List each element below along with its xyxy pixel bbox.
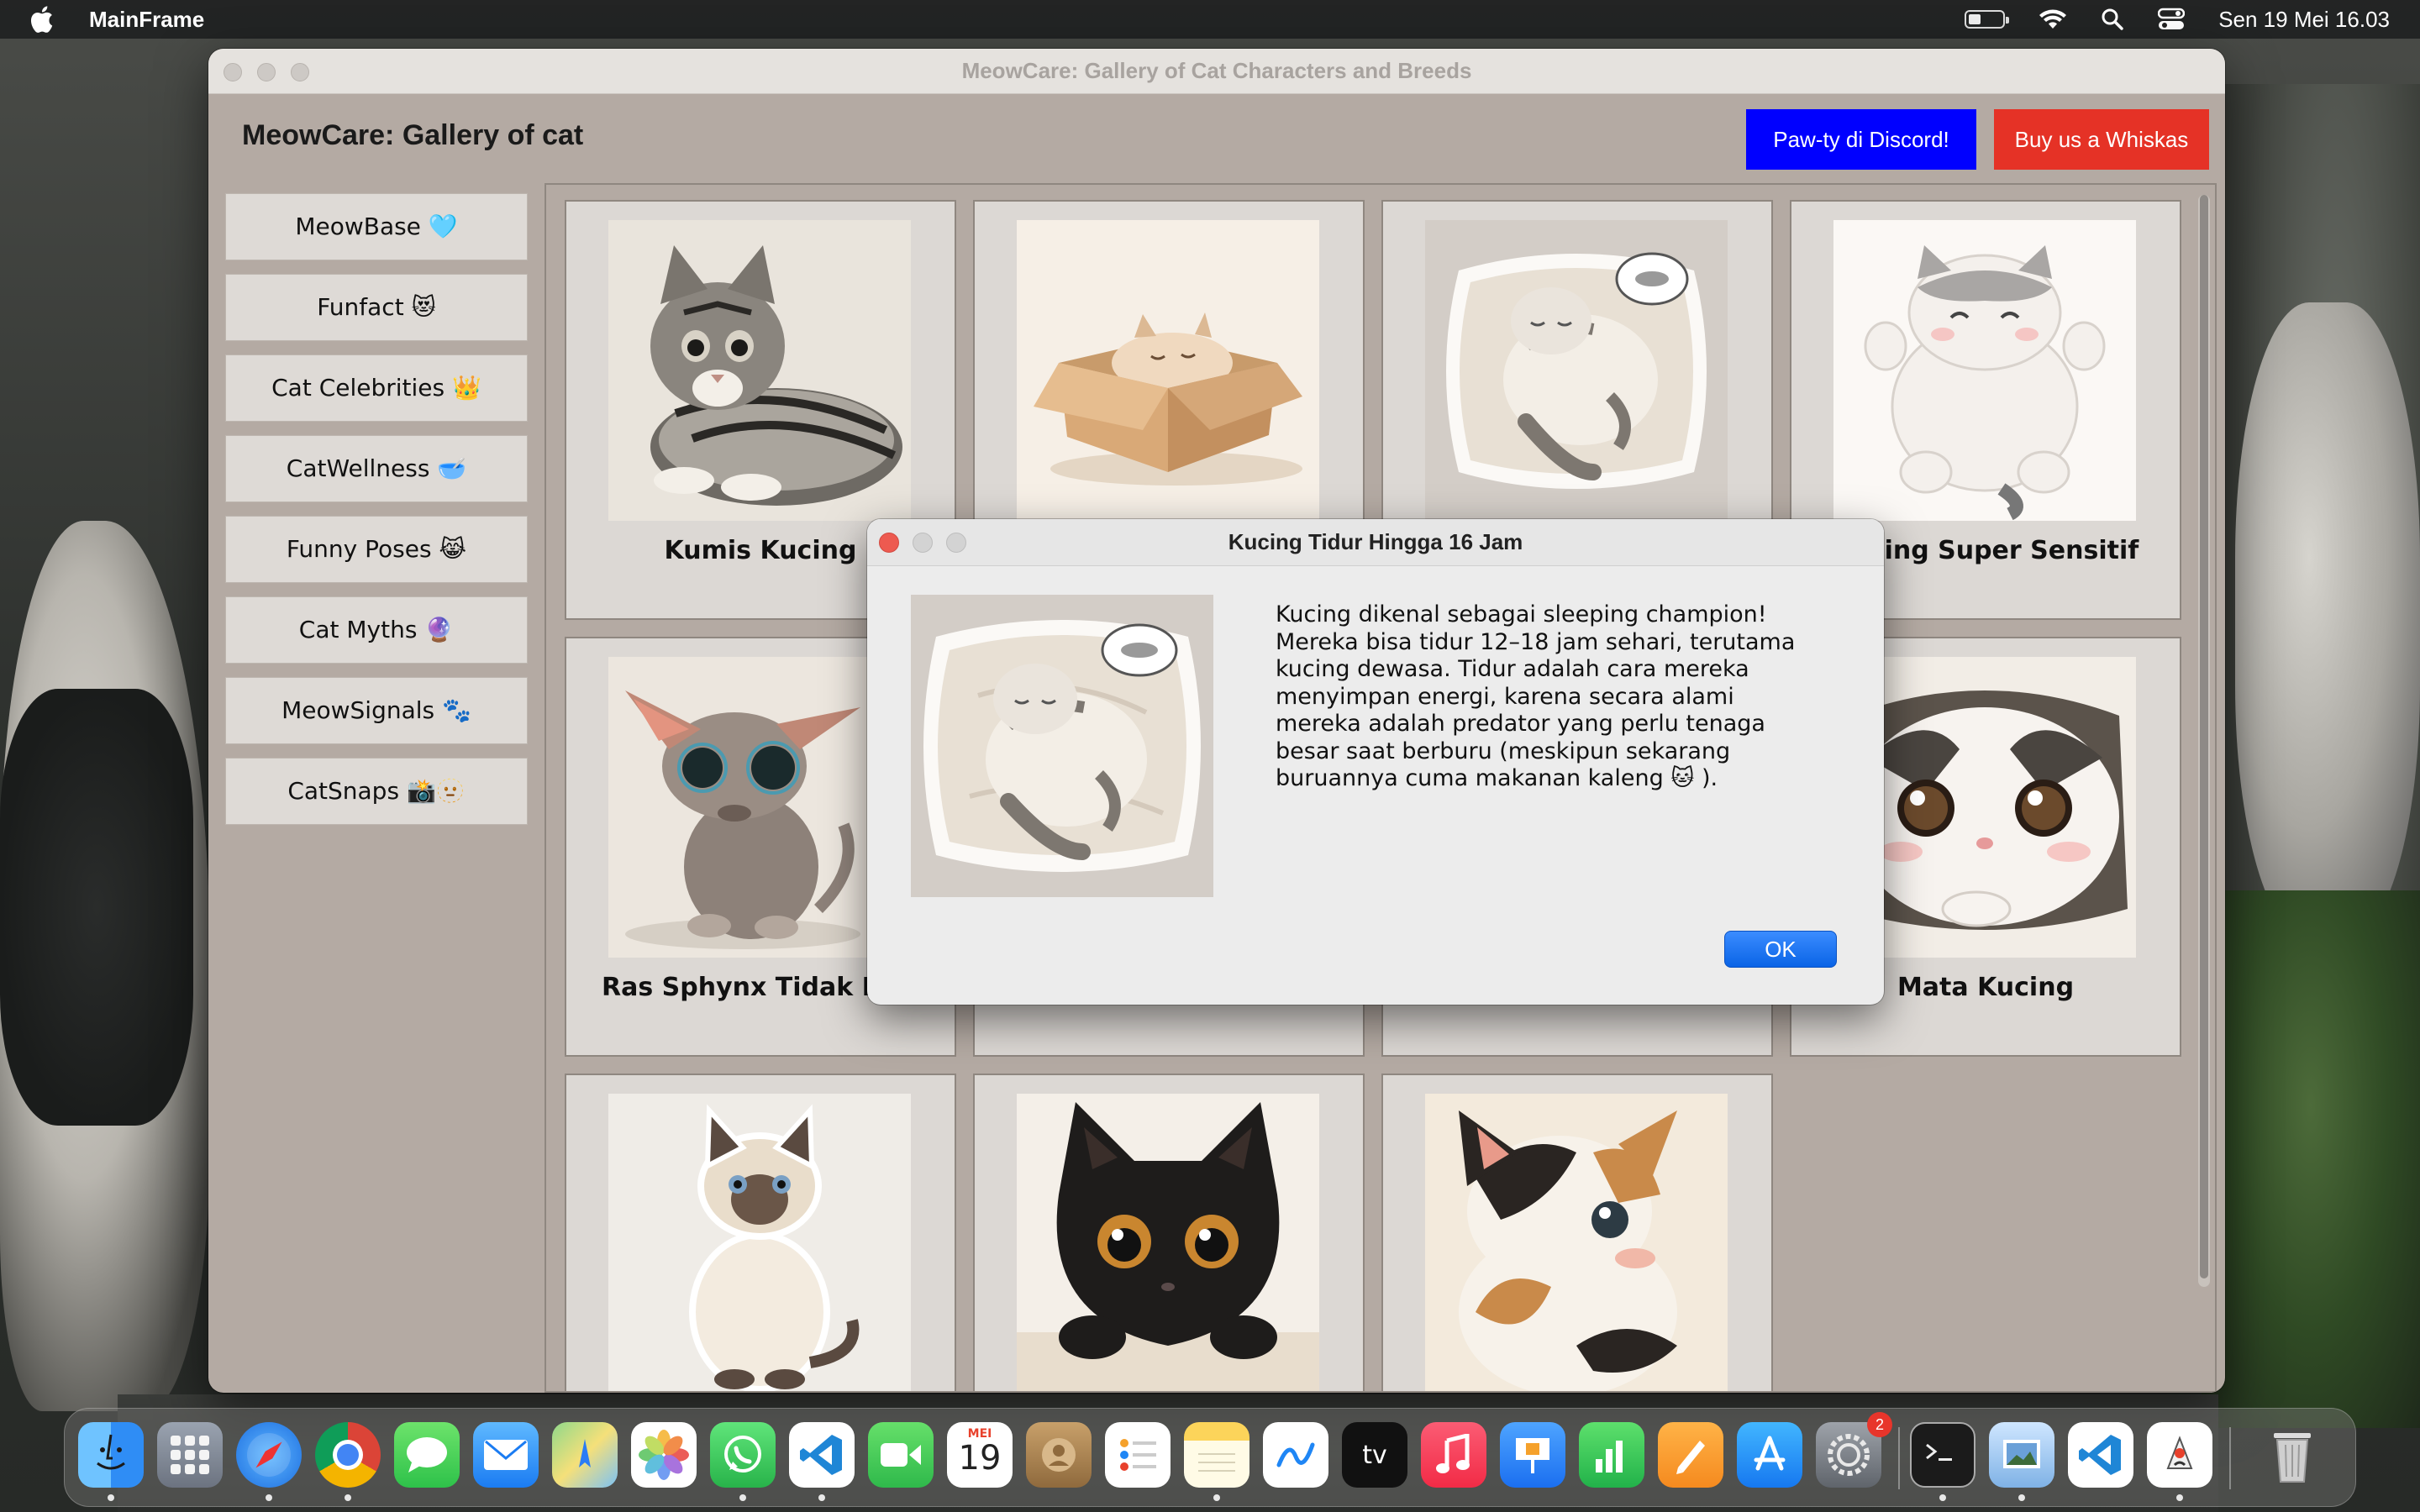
vscode-icon[interactable] — [789, 1422, 855, 1488]
music-icon[interactable] — [1421, 1422, 1486, 1488]
gallery-card[interactable] — [565, 1074, 956, 1391]
facetime-icon[interactable] — [868, 1422, 934, 1488]
preview-icon[interactable] — [1989, 1422, 2054, 1488]
app-header: MeowCare: Gallery of cat Paw-ty di Disco… — [208, 94, 2225, 186]
numbers-icon[interactable] — [1579, 1422, 1644, 1488]
wifi-icon[interactable] — [2039, 8, 2067, 30]
battery-icon[interactable] — [1965, 10, 2010, 29]
running-indicator — [818, 1494, 825, 1501]
sphynx-cat-illustration — [608, 657, 911, 958]
running-indicator — [108, 1494, 114, 1501]
chrome-icon[interactable] — [315, 1422, 381, 1488]
wallpaper-plants — [2202, 890, 2420, 1428]
ok-button[interactable]: OK — [1724, 931, 1837, 968]
running-indicator — [1213, 1494, 1220, 1501]
reminders-icon[interactable] — [1105, 1422, 1171, 1488]
sidebar-nav: MeowBase 🩵 Funfact 😻 Cat Celebrities 👑 C… — [225, 193, 528, 838]
safari-icon[interactable] — [236, 1422, 302, 1488]
dock-separator — [2229, 1427, 2231, 1489]
dialog-window-controls — [879, 533, 966, 553]
dialog-minimize-button — [913, 533, 933, 553]
messages-icon[interactable] — [394, 1422, 460, 1488]
close-button[interactable] — [224, 63, 242, 81]
notes-icon[interactable] — [1184, 1422, 1249, 1488]
mail-icon[interactable] — [473, 1422, 539, 1488]
cat-in-box-illustration — [1017, 220, 1319, 521]
active-app-name[interactable]: MainFrame — [89, 7, 204, 33]
app-title: MeowCare: Gallery of cat — [242, 119, 584, 151]
calendar-icon[interactable]: MEI 19 — [947, 1422, 1013, 1488]
notification-badge: 2 — [1867, 1412, 1892, 1437]
wallpaper-shape — [2235, 302, 2420, 941]
gallery-scrollbar[interactable] — [2198, 195, 2210, 1287]
sidebar-item-cat-celebrities[interactable]: Cat Celebrities 👑 — [225, 354, 528, 422]
running-indicator — [266, 1494, 272, 1501]
pages-icon[interactable] — [1658, 1422, 1723, 1488]
apple-menu-icon[interactable] — [29, 0, 74, 39]
calendar-day: 19 — [958, 1439, 1002, 1478]
sleeping-cat-pillow-illustration — [1425, 220, 1728, 521]
menu-bar: MainFrame Sen 19 Mei 16.03 — [0, 0, 2420, 39]
app-store-icon[interactable] — [1737, 1422, 1802, 1488]
dialog-zoom-button — [946, 533, 966, 553]
terminal-icon[interactable] — [1910, 1422, 1975, 1488]
buy-whiskas-button[interactable]: Buy us a Whiskas — [1994, 109, 2209, 170]
dialog-message: Kucing dikenal sebagai sleeping champion… — [1276, 601, 1796, 791]
trash-icon[interactable] — [2260, 1422, 2325, 1488]
whatsapp-icon[interactable] — [710, 1422, 776, 1488]
running-indicator — [345, 1494, 351, 1501]
zoom-button[interactable] — [291, 63, 309, 81]
tabby-cat-illustration — [608, 220, 911, 521]
sidebar-item-funfact[interactable]: Funfact 😻 — [225, 274, 528, 341]
sleeping-cat-pillow-illustration — [911, 595, 1213, 897]
scrollbar-thumb[interactable] — [2200, 195, 2208, 1278]
finder-icon[interactable] — [78, 1422, 144, 1488]
control-center-icon[interactable] — [2158, 8, 2186, 31]
keynote-icon[interactable] — [1500, 1422, 1565, 1488]
launchpad-icon[interactable] — [157, 1422, 223, 1488]
sidebar-item-meowbase[interactable]: MeowBase 🩵 — [225, 193, 528, 260]
vscode-icon[interactable] — [2068, 1422, 2133, 1488]
siamese-cat-illustration — [608, 1094, 911, 1391]
sidebar-item-catsnaps[interactable]: CatSnaps 📸🫥 — [225, 758, 528, 825]
dialog-title: Kucing Tidur Hingga 16 Jam — [1228, 529, 1523, 554]
spotlight-search-icon[interactable] — [2101, 8, 2124, 31]
maps-icon[interactable] — [552, 1422, 618, 1488]
running-indicator — [2018, 1494, 2025, 1501]
chubby-cat-illustration — [1833, 220, 2136, 521]
sidebar-item-cat-myths[interactable]: Cat Myths 🔮 — [225, 596, 528, 664]
fact-dialog: Kucing Tidur Hingga 16 Jam Kucing dikena… — [867, 519, 1884, 1005]
dock: MEI 19 tv 2 — [64, 1408, 2356, 1507]
running-indicator — [739, 1494, 746, 1501]
minimize-button[interactable] — [257, 63, 276, 81]
freeform-icon[interactable] — [1263, 1422, 1328, 1488]
window-controls — [224, 63, 309, 81]
menubar-clock[interactable]: Sen 19 Mei 16.03 — [2218, 7, 2390, 33]
running-indicator — [1939, 1494, 1946, 1501]
java-icon[interactable] — [2147, 1422, 2212, 1488]
gallery-card[interactable] — [973, 1074, 1365, 1391]
apple-tv-icon[interactable]: tv — [1342, 1422, 1407, 1488]
battery-level — [1969, 14, 1981, 24]
window-titlebar[interactable]: MeowCare: Gallery of Cat Characters and … — [208, 49, 2225, 94]
calico-kitten-illustration — [1425, 1094, 1728, 1391]
black-cat-illustration — [1017, 1094, 1319, 1391]
gallery-card[interactable] — [1381, 1074, 1773, 1391]
photos-icon[interactable] — [631, 1422, 697, 1488]
contacts-icon[interactable] — [1026, 1422, 1092, 1488]
running-indicator — [2176, 1494, 2183, 1501]
wallpaper-shape — [0, 689, 193, 1126]
sidebar-item-meowsignals[interactable]: MeowSignals 🐾 — [225, 677, 528, 744]
discord-button[interactable]: Paw-ty di Discord! — [1746, 109, 1976, 170]
sidebar-item-catwellness[interactable]: CatWellness 🥣 — [225, 435, 528, 502]
dock-separator — [1898, 1427, 1900, 1489]
sidebar-item-funny-poses[interactable]: Funny Poses 😹 — [225, 516, 528, 583]
tv-label: tv — [1362, 1440, 1387, 1470]
window-title: MeowCare: Gallery of Cat Characters and … — [961, 58, 1472, 83]
dialog-titlebar[interactable]: Kucing Tidur Hingga 16 Jam — [867, 519, 1884, 566]
dialog-close-button[interactable] — [879, 533, 899, 553]
